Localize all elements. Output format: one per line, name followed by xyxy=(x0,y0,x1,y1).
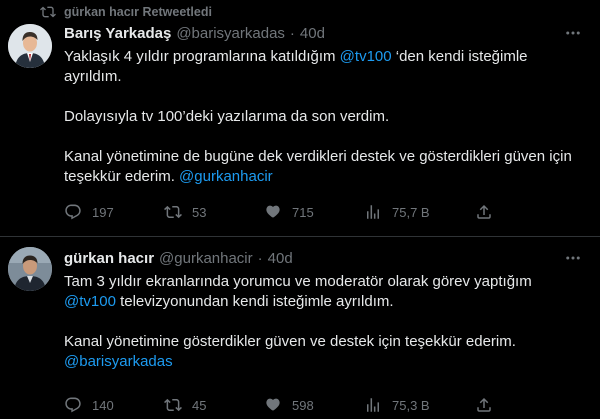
separator: · xyxy=(289,24,295,42)
tweet-header: Barış Yarkadaş @barisyarkadas · 40d xyxy=(64,24,584,42)
views-count: 75,7 B xyxy=(392,204,430,220)
retweet-banner-text[interactable]: gürkan hacır Retweetledi xyxy=(64,5,212,19)
tweet-line: Yaklaşık 4 yıldır programlarına katıldığ… xyxy=(64,48,528,65)
tweet-line: @tv100 televizyonundan kendi isteğimle a… xyxy=(64,293,394,310)
mention-link[interactable]: @gurkanhacir xyxy=(179,168,273,185)
tweet-line: @barisyarkadas xyxy=(64,352,584,372)
more-icon xyxy=(566,256,580,260)
mention-link[interactable]: @tv100 xyxy=(340,48,392,65)
reply-icon xyxy=(65,397,81,413)
tweet-line: Tam 3 yıldır ekranlarında yorumcu ve mod… xyxy=(64,273,532,290)
retweet-icon xyxy=(164,205,182,219)
tweet-line: teşekkür ederim. @gurkanhacir xyxy=(64,168,273,185)
timestamp[interactable]: 40d xyxy=(300,25,325,42)
more-icon xyxy=(566,31,580,35)
share-icon xyxy=(477,397,491,412)
views-icon xyxy=(367,398,379,412)
retweet-count: 53 xyxy=(192,204,207,220)
author-handle[interactable]: @barisyarkadas xyxy=(176,25,285,42)
avatar[interactable] xyxy=(8,247,52,291)
separator: · xyxy=(257,249,263,267)
share-icon xyxy=(477,204,491,219)
like-button[interactable]: 598 xyxy=(264,396,314,414)
tweet-barisyarkadas[interactable]: gürkan hacır Retweetledi Barış Yarkadaş … xyxy=(0,0,600,237)
mention-link[interactable]: @tv100 xyxy=(64,293,116,310)
retweet-banner: gürkan hacır Retweetledi xyxy=(40,4,212,20)
heart-icon xyxy=(266,398,280,411)
retweet-button[interactable]: 45 xyxy=(164,396,206,414)
tweet-actions: 140 45 598 75,3 B xyxy=(64,395,584,415)
retweet-count: 45 xyxy=(192,397,207,413)
author-handle[interactable]: @gurkanhacir xyxy=(159,250,253,267)
reply-count: 197 xyxy=(92,204,114,220)
more-button[interactable] xyxy=(562,22,584,44)
retweet-icon xyxy=(40,6,56,18)
share-button[interactable] xyxy=(475,203,493,221)
like-button[interactable]: 715 xyxy=(264,203,314,221)
tweet-line: Dolayısıyla tv 100’deki yazılarıma da so… xyxy=(64,108,390,125)
reply-icon xyxy=(65,204,81,220)
timestamp[interactable]: 40d xyxy=(268,250,293,267)
like-count: 598 xyxy=(292,397,314,413)
tweet-line: ayrıldım. xyxy=(64,68,122,85)
more-button[interactable] xyxy=(562,247,584,269)
reply-button[interactable]: 197 xyxy=(64,203,114,221)
mention-link[interactable]: @barisyarkadas xyxy=(64,353,173,370)
views-icon xyxy=(367,205,379,219)
tweet-text: Yaklaşık 4 yıldır programlarına katıldığ… xyxy=(64,47,584,187)
avatar[interactable] xyxy=(8,24,52,68)
reply-button[interactable]: 140 xyxy=(64,396,114,414)
tweet-header: gürkan hacır @gurkanhacir · 40d xyxy=(64,249,584,267)
author-name[interactable]: Barış Yarkadaş xyxy=(64,25,171,42)
views-button[interactable]: 75,7 B xyxy=(364,203,430,221)
tweet-gurkanhacir[interactable]: gürkan hacır @gurkanhacir · 40d Tam 3 yı… xyxy=(0,237,600,419)
like-count: 715 xyxy=(292,204,314,220)
heart-icon xyxy=(266,205,280,218)
author-name[interactable]: gürkan hacır xyxy=(64,250,154,267)
tweet-line: Kanal yönetimine gösterdikler güven ve d… xyxy=(64,333,516,350)
views-count: 75,3 B xyxy=(392,397,430,413)
retweet-icon xyxy=(164,398,182,412)
views-button[interactable]: 75,3 B xyxy=(364,396,430,414)
retweet-button[interactable]: 53 xyxy=(164,203,206,221)
tweet-actions: 197 53 715 75,7 B xyxy=(64,202,584,222)
share-button[interactable] xyxy=(475,396,493,414)
tweet-text: Tam 3 yıldır ekranlarında yorumcu ve mod… xyxy=(64,272,584,372)
tweet-line: Kanal yönetimine de bugüne dek verdikler… xyxy=(64,148,572,165)
reply-count: 140 xyxy=(92,397,114,413)
